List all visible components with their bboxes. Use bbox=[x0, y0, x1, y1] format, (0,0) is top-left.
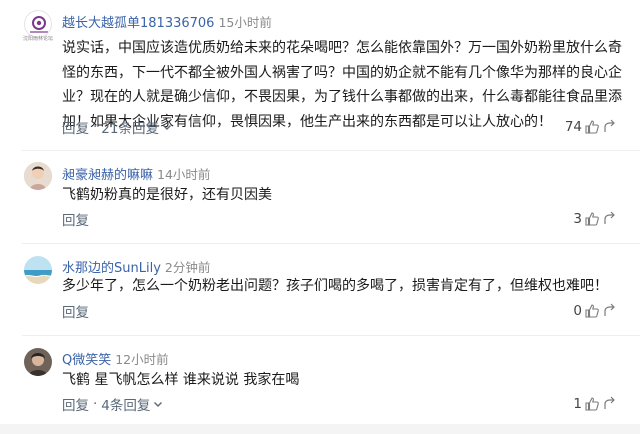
reply-count-button[interactable]: 21条回复 bbox=[101, 117, 172, 137]
avatar-caption: 沈阳雨林论坛 bbox=[22, 36, 53, 42]
timestamp: 12小时前 bbox=[115, 351, 169, 367]
child-photo-avatar-icon bbox=[24, 162, 52, 190]
thumbs-up-icon[interactable] bbox=[584, 396, 600, 412]
avatar[interactable] bbox=[24, 162, 52, 190]
reply-count-button[interactable]: 4条回复 bbox=[101, 394, 163, 414]
thumbs-up-icon[interactable] bbox=[584, 303, 600, 319]
timestamp: 14小时前 bbox=[157, 166, 211, 182]
reply-count-label: 21条回复 bbox=[101, 121, 159, 137]
avatar[interactable] bbox=[24, 10, 52, 38]
reply-arrow-icon[interactable] bbox=[602, 211, 618, 227]
chevron-down-icon bbox=[154, 402, 163, 407]
divider bbox=[22, 335, 640, 336]
chevron-down-icon bbox=[162, 125, 171, 130]
username[interactable]: 水那边的SunLily bbox=[62, 257, 161, 276]
reply-arrow-icon[interactable] bbox=[602, 119, 618, 135]
reply-button[interactable]: 回复 bbox=[62, 394, 89, 414]
like-count: 74 bbox=[564, 119, 582, 135]
comment-text: 多少年了，怎么一个奶粉老出问题？孩子们喝的多喝了，损害肯定有了，但维权也难吧！ bbox=[62, 278, 608, 294]
divider bbox=[22, 243, 640, 244]
username[interactable]: 昶豪昶赫的嘛嘛 bbox=[62, 164, 153, 183]
thumbs-up-icon[interactable] bbox=[584, 119, 600, 135]
separator-dot: · bbox=[93, 396, 98, 412]
like-count: 3 bbox=[573, 211, 582, 227]
comment-text: 飞鹤奶粉真的是很好，还有贝因美 bbox=[62, 187, 272, 203]
forum-logo-icon bbox=[30, 16, 48, 33]
like-count: 0 bbox=[573, 303, 582, 319]
like-count: 1 bbox=[573, 396, 582, 412]
reply-count-label: 4条回复 bbox=[101, 398, 151, 414]
timestamp: 15小时前 bbox=[218, 14, 272, 30]
portrait-photo-avatar-icon bbox=[24, 348, 52, 376]
reply-button[interactable]: 回复 bbox=[62, 209, 89, 229]
footer-divider bbox=[0, 424, 640, 434]
username[interactable]: 越长大越孤单181336706 bbox=[62, 12, 214, 31]
reply-button[interactable]: 回复 bbox=[62, 301, 89, 321]
username[interactable]: Q微笑笑 bbox=[62, 349, 111, 368]
sea-photo-avatar-icon bbox=[24, 256, 52, 284]
reply-arrow-icon[interactable] bbox=[602, 396, 618, 412]
separator-dot: · bbox=[93, 119, 98, 135]
reply-arrow-icon[interactable] bbox=[602, 303, 618, 319]
divider bbox=[22, 150, 640, 151]
avatar[interactable] bbox=[24, 348, 52, 376]
timestamp: 2分钟前 bbox=[164, 259, 211, 275]
thumbs-up-icon[interactable] bbox=[584, 211, 600, 227]
comment-text: 飞鹤 星飞帆怎么样 谁来说说 我家在喝 bbox=[62, 372, 300, 388]
avatar[interactable] bbox=[24, 256, 52, 284]
reply-button[interactable]: 回复 bbox=[62, 117, 89, 137]
